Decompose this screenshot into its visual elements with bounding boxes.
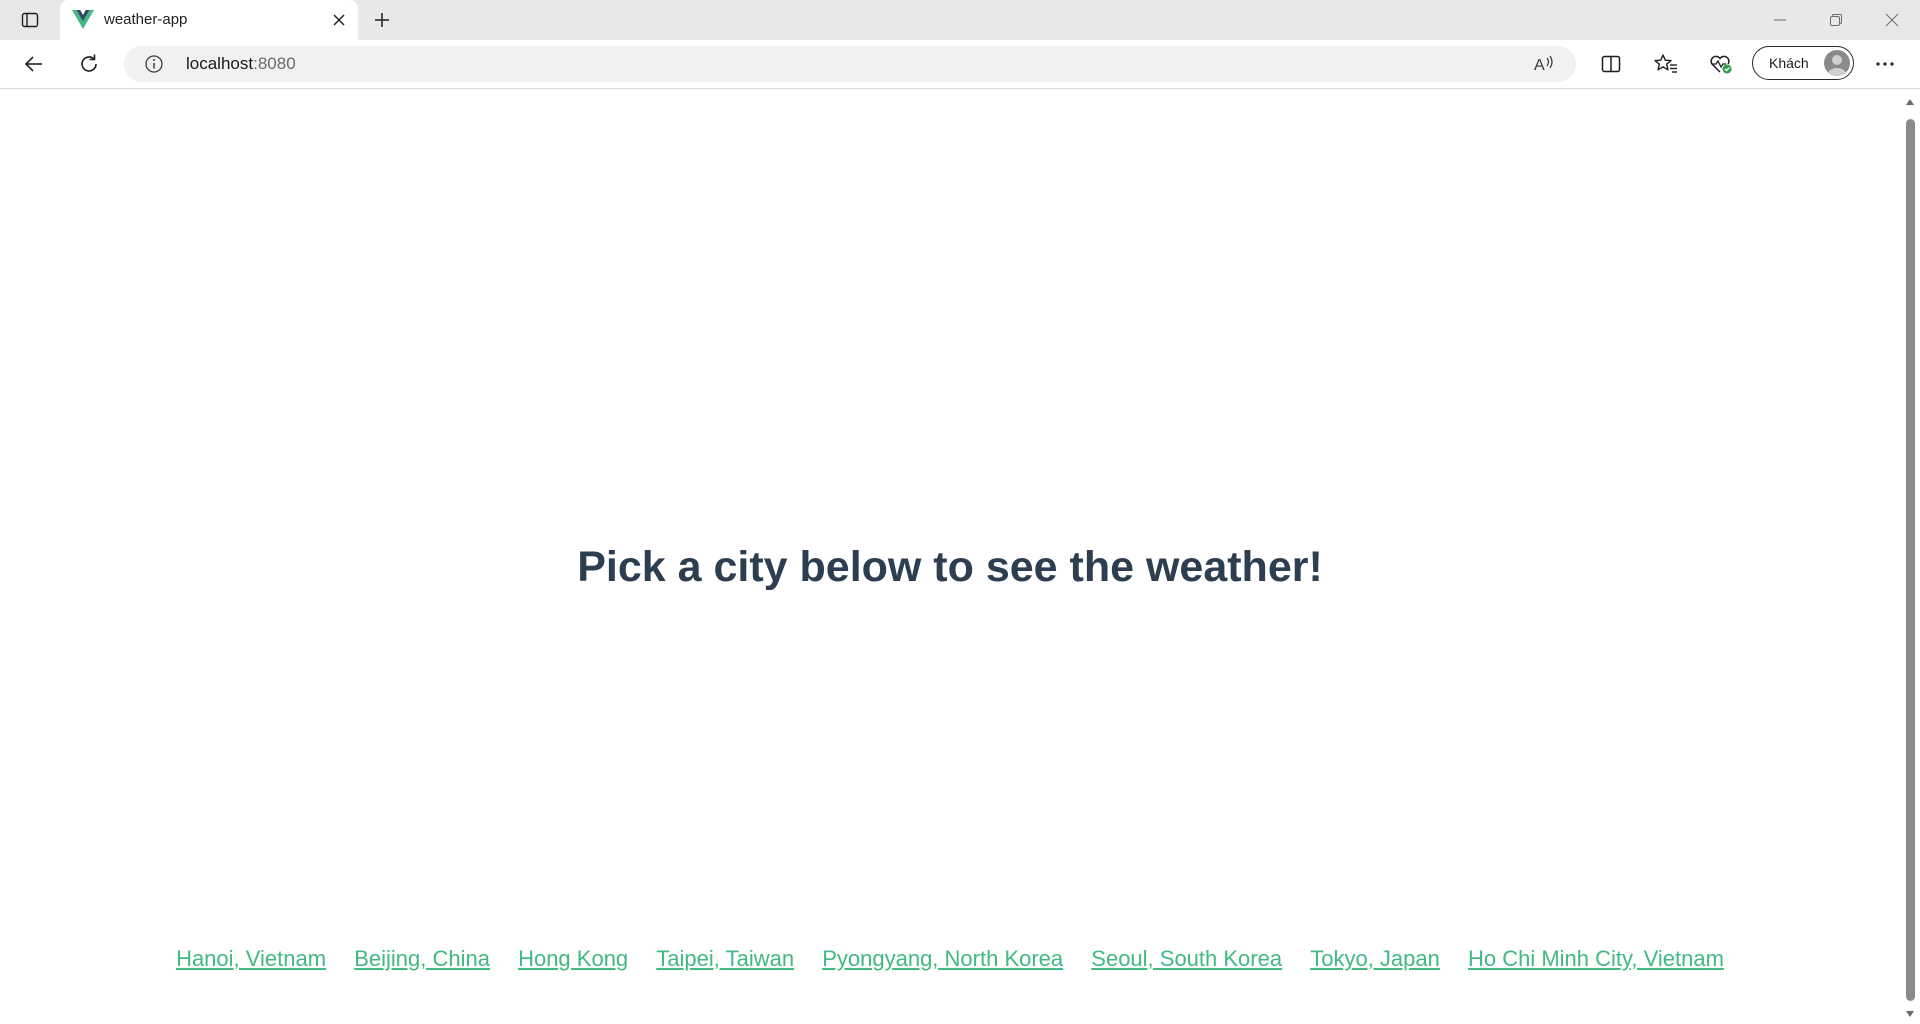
city-link-hong-kong[interactable]: Hong Kong: [518, 946, 628, 971]
tab-actions-icon[interactable]: [14, 7, 46, 33]
restore-icon[interactable]: [1808, 0, 1864, 40]
more-icon[interactable]: [1868, 48, 1902, 80]
split-screen-icon[interactable]: [1594, 48, 1628, 80]
scroll-up-arrow-icon[interactable]: [1905, 94, 1915, 105]
profile-button[interactable]: Khách: [1752, 46, 1854, 80]
weather-app-page: Pick a city below to see the weather! Ha…: [0, 89, 1900, 1020]
read-aloud-icon[interactable]: A: [1532, 53, 1556, 75]
city-link-hanoi[interactable]: Hanoi, Vietnam: [176, 946, 326, 971]
city-link-taipei[interactable]: Taipei, Taiwan: [656, 946, 794, 971]
vue-logo-icon: [72, 10, 94, 30]
address-bar[interactable]: localhost:8080 A: [124, 46, 1576, 82]
browser-toolbar: localhost:8080 A Khách: [0, 40, 1920, 89]
tab-weather-app[interactable]: weather-app: [60, 0, 358, 40]
info-icon[interactable]: [144, 54, 164, 74]
tab-strip: weather-app: [0, 0, 1920, 40]
refresh-icon[interactable]: [72, 48, 106, 80]
city-link-ho-chi-minh[interactable]: Ho Chi Minh City, Vietnam: [1468, 946, 1724, 971]
city-link-seoul[interactable]: Seoul, South Korea: [1091, 946, 1282, 971]
favorites-icon[interactable]: [1649, 48, 1683, 80]
scrollbar-thumb[interactable]: [1906, 119, 1915, 1001]
browser-window: weather-app localhost:8080 A Khách Pick …: [0, 0, 1920, 1020]
back-arrow-icon[interactable]: [17, 48, 51, 80]
tab-title: weather-app: [104, 11, 188, 28]
heart-pulse-icon[interactable]: [1704, 48, 1738, 80]
minimize-icon[interactable]: [1752, 0, 1808, 40]
vertical-scrollbar[interactable]: [1900, 89, 1920, 1020]
window-controls: [1752, 0, 1920, 40]
close-window-icon[interactable]: [1864, 0, 1920, 40]
url-text[interactable]: localhost:8080: [186, 54, 296, 74]
close-icon[interactable]: [328, 9, 350, 31]
page-title: Pick a city below to see the weather!: [577, 543, 1323, 591]
city-link-pyongyang[interactable]: Pyongyang, North Korea: [822, 946, 1063, 971]
svg-text:A: A: [1534, 57, 1545, 74]
plus-icon[interactable]: [368, 7, 396, 33]
url-host: localhost: [186, 54, 254, 73]
page-viewport: Pick a city below to see the weather! Ha…: [0, 89, 1920, 1020]
city-link-beijing[interactable]: Beijing, China: [354, 946, 490, 971]
scroll-down-arrow-icon[interactable]: [1905, 1006, 1915, 1017]
avatar: [1824, 50, 1850, 76]
city-link-list: Hanoi, Vietnam Beijing, China Hong Kong …: [0, 946, 1900, 972]
city-link-tokyo[interactable]: Tokyo, Japan: [1310, 946, 1440, 971]
profile-label: Khách: [1769, 55, 1809, 71]
url-port: :8080: [253, 54, 296, 73]
